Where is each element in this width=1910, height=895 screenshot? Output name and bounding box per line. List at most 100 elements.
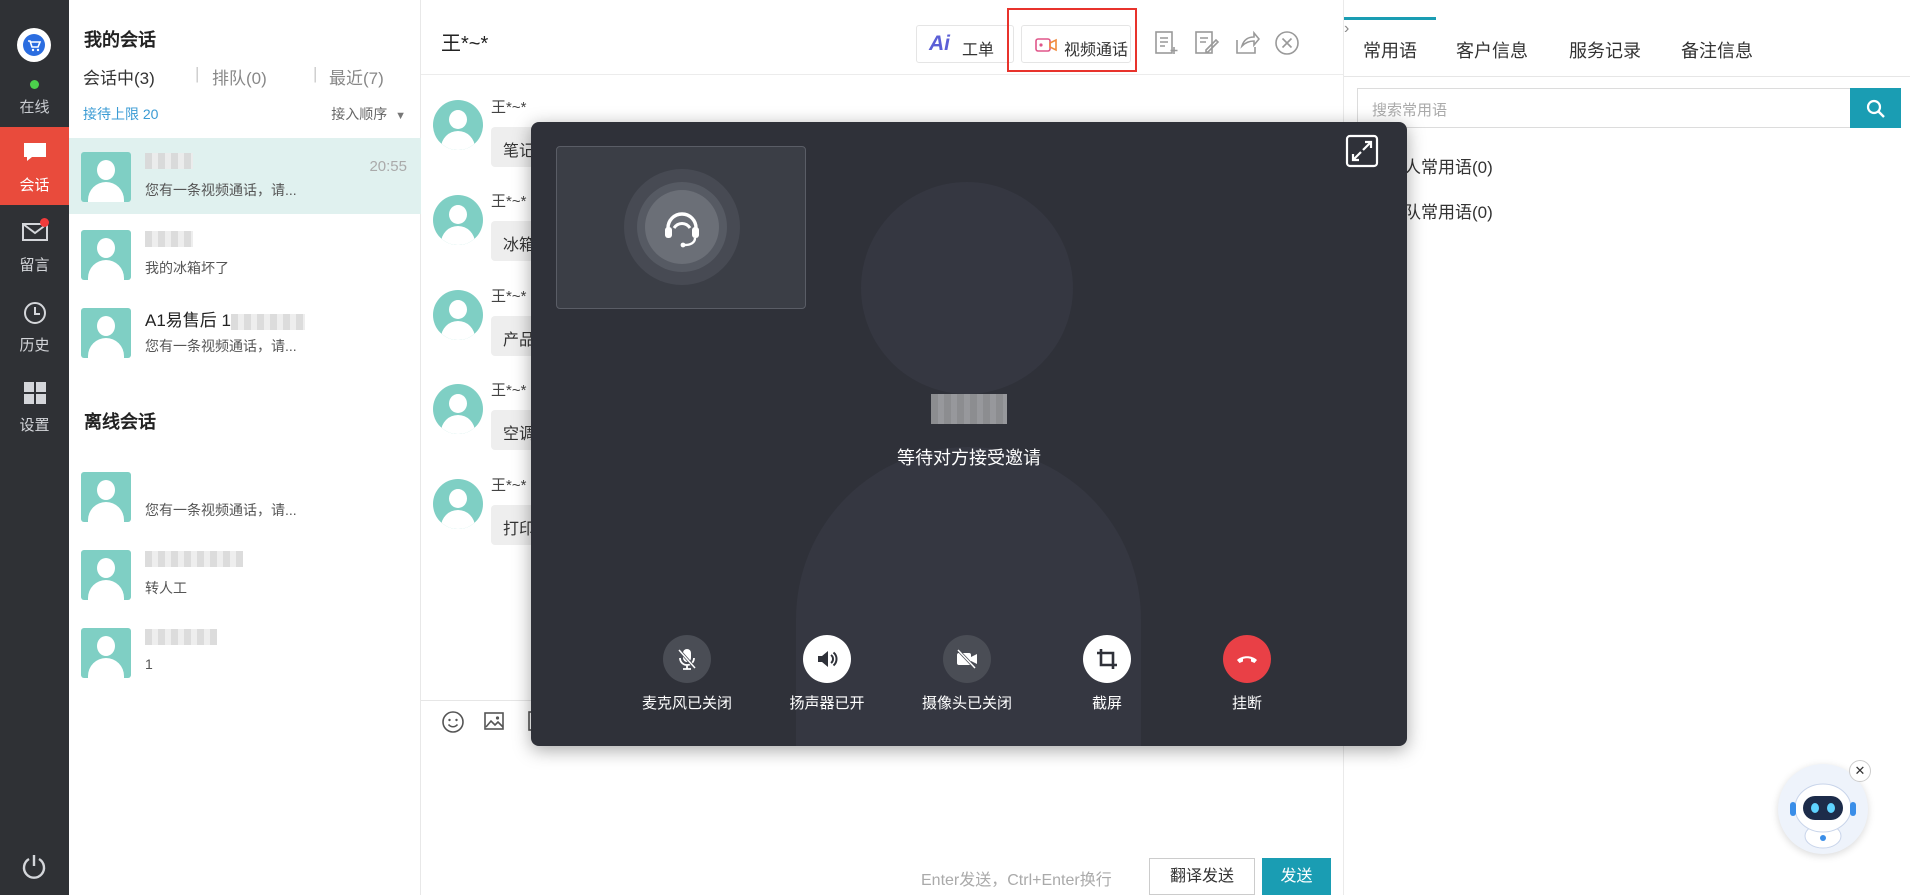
sort-order-label: 接入顺序: [331, 106, 388, 122]
conversation-preview: 您有一条视频通话，请...: [145, 502, 297, 518]
offline-conversation-item[interactable]: 您有一条视频通话，请...: [69, 458, 421, 534]
close-robot-icon[interactable]: ✕: [1849, 760, 1871, 782]
conversation-name: [145, 150, 193, 170]
chat-icon: [24, 143, 46, 161]
screenshot-button[interactable]: 截屏: [1047, 635, 1167, 713]
message-sender: 王*~*: [491, 193, 527, 210]
transfer-icon[interactable]: [1234, 30, 1260, 56]
speaker-icon: [818, 651, 838, 667]
offline-conversations-title: 离线会话: [84, 412, 156, 432]
control-label: 扬声器已开: [789, 695, 865, 712]
avatar: [81, 152, 131, 202]
phrase-search-input[interactable]: 搜索常用语: [1357, 88, 1850, 128]
send-button[interactable]: 发送: [1262, 858, 1331, 895]
send-hint: Enter发送，Ctrl+Enter换行: [921, 872, 1112, 889]
tab-queue[interactable]: 排队(0): [212, 64, 267, 89]
avatar: [81, 550, 131, 600]
online-status-dot: [30, 80, 39, 89]
avatar: [81, 230, 131, 280]
sort-order-dropdown[interactable]: 接入顺序 ▼: [331, 104, 406, 124]
expand-icon[interactable]: [1345, 134, 1379, 168]
nav-item-label: 会话: [19, 177, 50, 194]
search-icon: [1866, 99, 1885, 118]
tab-divider: |: [313, 64, 318, 83]
right-panel: › 常用语 客户信息 服务记录 备注信息 搜索常用语 人常用语(0) 队常用语(…: [1343, 0, 1910, 895]
team-phrases-group[interactable]: 队常用语(0): [1404, 198, 1493, 223]
ai-icon: Ai: [929, 32, 950, 55]
collapse-panel-icon[interactable]: ›: [1344, 20, 1358, 44]
conversation-item[interactable]: 20:55 您有一条视频通话，请...: [69, 138, 421, 214]
message-sender: 王*~*: [491, 477, 527, 494]
avatar: [433, 384, 483, 434]
avatar: [81, 308, 131, 358]
tab-active-sessions[interactable]: 会话中(3): [83, 64, 155, 89]
tab-divider: |: [195, 64, 200, 83]
conversation-name: A1易售后 1: [145, 306, 305, 331]
avatar: [433, 100, 483, 150]
app-logo: [17, 28, 51, 62]
avatar: [433, 479, 483, 529]
message-sender: 王*~*: [491, 382, 527, 399]
ticket-button-label: 工单: [962, 42, 995, 59]
tab-service-records[interactable]: 服务记录: [1569, 37, 1641, 63]
conversation-item[interactable]: A1易售后 1 您有一条视频通话，请...: [69, 294, 421, 370]
clock-icon: [24, 302, 46, 324]
camera-toggle-button[interactable]: 摄像头已关闭: [907, 635, 1027, 713]
speaker-toggle-button[interactable]: 扬声器已开: [767, 635, 887, 713]
caret-down-icon: ▼: [395, 110, 406, 122]
cart-icon: [23, 34, 45, 56]
message-sender: 王*~*: [491, 288, 527, 305]
conversation-preview: 我的冰箱坏了: [145, 260, 229, 276]
conversation-preview: 转人工: [145, 580, 187, 596]
crop-icon: [1097, 649, 1117, 669]
conversation-time: 20:55: [369, 158, 407, 175]
nav-item-history[interactable]: 历史: [0, 287, 69, 365]
offline-conversation-item[interactable]: 1: [69, 614, 421, 690]
divider: [1344, 76, 1910, 77]
tab-customer-info[interactable]: 客户信息: [1456, 37, 1528, 63]
conversation-preview: 您有一条视频通话，请...: [145, 338, 297, 354]
image-icon[interactable]: [483, 710, 505, 732]
tab-notes[interactable]: 备注信息: [1681, 37, 1753, 63]
conversation-name: [145, 228, 193, 248]
divider: [421, 74, 1343, 75]
local-video-preview[interactable]: [556, 146, 806, 309]
nav-item-chat[interactable]: 会话: [0, 127, 69, 205]
control-label: 摄像头已关闭: [921, 695, 1012, 712]
my-conversations-title: 我的会话: [84, 30, 156, 50]
conversation-preview: 您有一条视频通话，请...: [145, 182, 297, 198]
message-sender: 王*~*: [491, 99, 527, 116]
offline-conversation-item[interactable]: 转人工: [69, 536, 421, 612]
power-icon[interactable]: [20, 852, 48, 880]
search-button[interactable]: [1850, 88, 1901, 128]
nav-item-label: 设置: [19, 417, 50, 434]
control-label: 挂断: [1231, 695, 1262, 712]
avatar: [433, 195, 483, 245]
conversation-preview: 1: [145, 656, 153, 672]
online-status-label[interactable]: 在线: [0, 96, 69, 117]
close-session-icon[interactable]: [1274, 30, 1300, 56]
nav-item-message[interactable]: 留言: [0, 207, 69, 285]
agent-headset-icon: [665, 212, 699, 248]
grid-icon: [24, 382, 46, 404]
reception-limit: 接待上限 20: [83, 106, 159, 122]
add-note-icon[interactable]: [1154, 30, 1180, 56]
unread-badge: [40, 218, 49, 227]
hangup-button[interactable]: 挂断: [1187, 635, 1307, 713]
ticket-button[interactable]: Ai 工单: [916, 25, 1014, 63]
callee-name: [931, 394, 1007, 424]
tab-recent[interactable]: 最近(7): [329, 64, 384, 89]
emoji-icon[interactable]: [441, 710, 465, 734]
personal-phrases-group[interactable]: 人常用语(0): [1404, 153, 1493, 178]
conversation-item[interactable]: 我的冰箱坏了: [69, 216, 421, 292]
translate-send-button[interactable]: 翻译发送: [1149, 858, 1255, 895]
hangup-icon: [1237, 656, 1257, 663]
call-status: 等待对方接受邀请: [897, 448, 1041, 468]
conversation-name: [145, 548, 243, 568]
avatar: [433, 290, 483, 340]
nav-item-settings[interactable]: 设置: [0, 367, 69, 445]
conversation-list-panel: 我的会话 会话中(3) | 排队(0) | 最近(7) 接待上限 20 接入顺序…: [69, 0, 421, 895]
edit-icon[interactable]: [1194, 30, 1220, 56]
tab-common-phrases[interactable]: 常用语: [1344, 17, 1436, 63]
mic-toggle-button[interactable]: 麦克风已关闭: [627, 635, 747, 713]
